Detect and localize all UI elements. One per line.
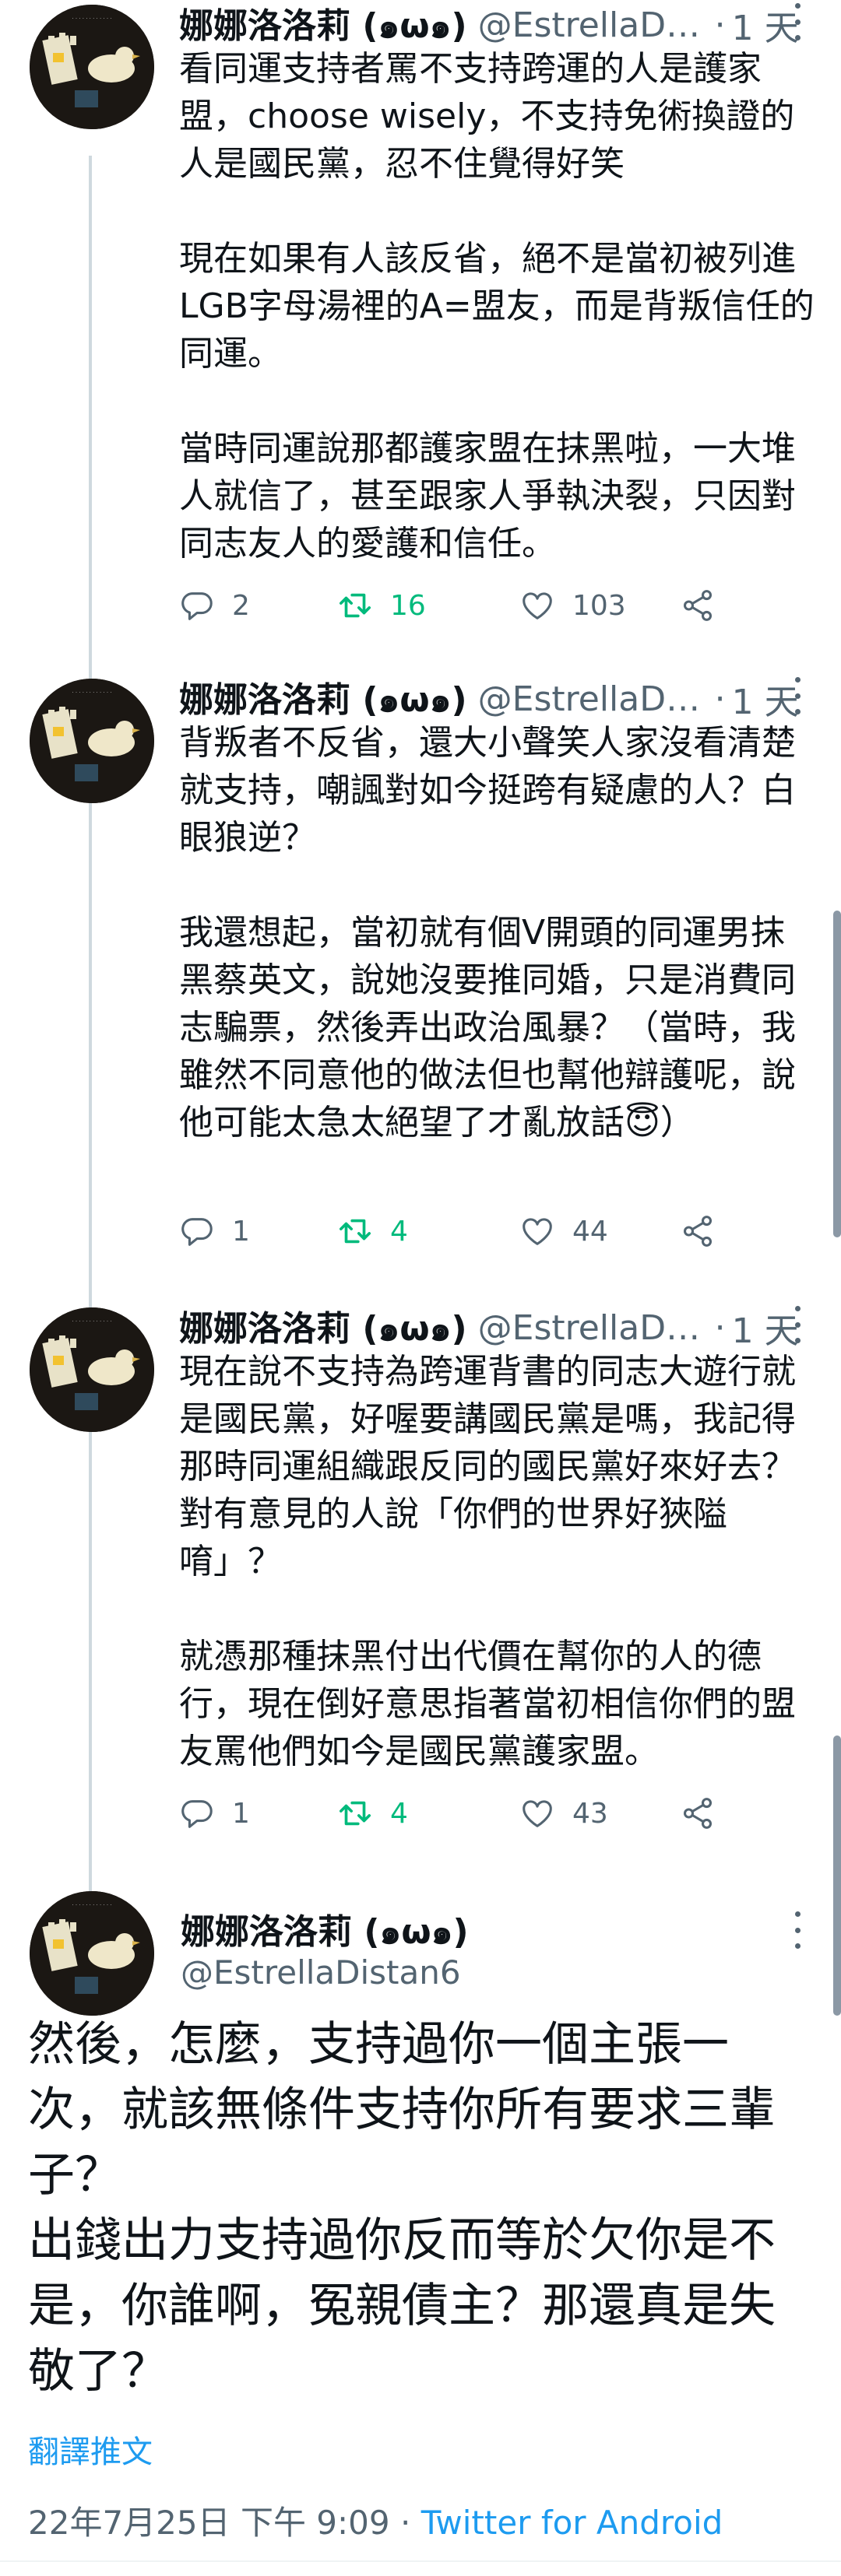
tweet-2[interactable]: · · · · · · · · · · · · 娜娜洛洛莉 (๑ω๑) @Est… [0, 674, 841, 1289]
author-handle[interactable]: @EstrellaDistan6 [478, 679, 704, 719]
retweet-count: 4 [390, 1215, 408, 1248]
like-button[interactable]: 103 [519, 588, 680, 623]
svg-text:· · · · · · · · · · · ·: · · · · · · · · · · · · [72, 1318, 111, 1325]
svg-text:· · · · · · · · · · · ·: · · · · · · · · · · · · [72, 1902, 111, 1908]
tweet-metadata: 22年7月25日 下午 9:09 · Twitter for Android [28, 2497, 723, 2544]
retweet-icon [339, 1219, 371, 1244]
tweet-text: 現在說不支持為跨運背書的同志大遊行就是國民黨，好喔要講國民黨是嗎，我記得那時同運… [179, 1348, 818, 1775]
tweet-time[interactable]: 1 天 [732, 1303, 799, 1353]
tweet-1[interactable]: · · · · · · · · · · · · 娜娜洛洛莉 (๑ω๑) @Est… [0, 0, 841, 654]
tweet-text: 看同運支持者罵不支持跨運的人是護家盟，choose wisely，不支持免術換證… [179, 45, 818, 567]
tweet-paragraph: 我還想起，當初就有個V開頭的同運男抹黑蔡英文，說她沒要推同婚，只是消費同志騙票，… [179, 913, 796, 1142]
reply-icon [181, 592, 213, 620]
share-icon [683, 1798, 713, 1829]
more-icon[interactable] [790, 1303, 805, 1343]
divider [0, 2560, 841, 2562]
share-icon [683, 590, 713, 621]
more-icon[interactable] [790, 0, 805, 40]
retweet-count: 4 [390, 1797, 408, 1830]
separator-dot: · [714, 1307, 726, 1348]
action-bar: 2 16 103 [179, 582, 716, 629]
tweet-header: 娜娜洛洛莉 (๑ω๑) @EstrellaDistan6 · 1 天 [179, 0, 802, 50]
like-count: 44 [572, 1215, 608, 1248]
reply-button[interactable]: 2 [179, 588, 337, 623]
share-icon [683, 1216, 713, 1247]
tweet-paragraph: 當時同運說那都護家盟在抹黑啦，一大堆人就信了，甚至跟家人爭執決裂，只因對同志友人… [179, 429, 796, 563]
retweet-button[interactable]: 4 [337, 1213, 519, 1249]
tweet-text: 背叛者不反省，還大小聲笑人家沒看清楚就支持，嘲諷對如今挺跨有疑慮的人？白眼狼逆？… [179, 719, 818, 1146]
reply-count: 1 [232, 1215, 250, 1248]
like-count: 103 [572, 589, 626, 622]
retweet-count: 16 [390, 589, 426, 622]
separator-dot: · [714, 5, 726, 45]
heart-icon [523, 1218, 552, 1245]
tweet-paragraph: 現在如果有人該反省，絕不是當初被列進LGB字母湯裡的A=盟友，而是背叛信任的同運… [179, 239, 815, 374]
avatar-image: · · · · · · · · · · · · [30, 1891, 154, 2016]
tweet-header: 娜娜洛洛莉 (๑ω๑) @EstrellaDistan6 · 1 天 [179, 674, 802, 724]
action-bar: 1 4 43 [179, 1790, 716, 1837]
reply-icon [181, 1218, 213, 1246]
author-name[interactable]: 娜娜洛洛莉 (๑ω๑) [179, 1300, 467, 1356]
main-author-name[interactable]: 娜娜洛洛莉 (๑ω๑) [181, 1904, 469, 1959]
retweet-button[interactable]: 16 [337, 588, 519, 623]
tweet-time[interactable]: 1 天 [732, 674, 799, 724]
like-button[interactable]: 43 [519, 1795, 680, 1831]
reply-button[interactable]: 1 [179, 1795, 337, 1831]
avatar-image: · · · · · · · · · · · · [30, 5, 154, 129]
tweet-3[interactable]: · · · · · · · · · · · · 娜娜洛洛莉 (๑ω๑) @Est… [0, 1303, 841, 1848]
like-button[interactable]: 44 [519, 1213, 680, 1249]
tweet-header: 娜娜洛洛莉 (๑ω๑) @EstrellaDistan6 · 1 天 [179, 1303, 802, 1353]
retweet-icon [339, 1801, 371, 1826]
separator-dot: · [714, 679, 726, 719]
reply-count: 2 [232, 589, 250, 622]
retweet-button[interactable]: 4 [337, 1795, 519, 1831]
reply-button[interactable]: 1 [179, 1213, 337, 1249]
more-icon[interactable] [790, 1908, 805, 1949]
separator-dot: · [389, 2504, 421, 2542]
svg-text:· · · · · · · · · · · ·: · · · · · · · · · · · · [72, 690, 111, 696]
reply-count: 1 [232, 1797, 250, 1830]
main-tweet-line: 出錢出力支持過你反而等於欠你是不是，你誰啊，冤親債主？那還真是失敬了？ [28, 2213, 776, 2399]
avatar[interactable]: · · · · · · · · · · · · [30, 679, 154, 803]
avatar-image: · · · · · · · · · · · · [30, 679, 154, 803]
main-avatar[interactable]: · · · · · · · · · · · · [30, 1891, 154, 2016]
author-handle[interactable]: @EstrellaDistan6 [478, 1308, 704, 1348]
heart-icon [523, 592, 552, 619]
share-button[interactable] [680, 1213, 716, 1249]
heart-icon [523, 1800, 552, 1827]
tweet-source-link[interactable]: Twitter for Android [421, 2504, 723, 2542]
like-count: 43 [572, 1797, 608, 1830]
main-tweet-line: 然後，怎麼，支持過你一個主張一次，就該無條件支持你所有要求三輩子？ [28, 2017, 776, 2202]
svg-text:· · · · · · · · · · · ·: · · · · · · · · · · · · [72, 16, 111, 22]
avatar-image: · · · · · · · · · · · · [30, 1307, 154, 1432]
tweet-paragraph: 現在說不支持為跨運背書的同志大遊行就是國民黨，好喔要講國民黨是嗎，我記得那時同運… [179, 1352, 796, 1581]
tweet-time[interactable]: 1 天 [732, 0, 799, 50]
share-button[interactable] [680, 1795, 716, 1831]
main-tweet-text: 然後，怎麼，支持過你一個主張一次，就該無條件支持你所有要求三輩子？ 出錢出力支持… [28, 2012, 815, 2404]
more-icon[interactable] [790, 674, 805, 714]
tweet-paragraph: 看同運支持者罵不支持跨運的人是護家盟，choose wisely，不支持免術換證… [179, 49, 795, 184]
tweet-paragraph: 就憑那種抹黑付出代價在幫你的人的德行，現在倒好意思指著當初相信你們的盟友罵他們如… [179, 1637, 796, 1771]
retweet-icon [339, 593, 371, 618]
translate-tweet-link[interactable]: 翻譯推文 [28, 2427, 153, 2472]
avatar[interactable]: · · · · · · · · · · · · [30, 5, 154, 129]
author-handle[interactable]: @EstrellaDistan6 [478, 5, 704, 45]
avatar[interactable]: · · · · · · · · · · · · [30, 1307, 154, 1432]
action-bar: 1 4 44 [179, 1208, 716, 1255]
share-button[interactable] [680, 588, 716, 623]
tweet-timestamp[interactable]: 22年7月25日 下午 9:09 [28, 2504, 390, 2542]
reply-icon [181, 1800, 213, 1828]
tweet-paragraph: 背叛者不反省，還大小聲笑人家沒看清楚就支持，嘲諷對如今挺跨有疑慮的人？白眼狼逆？ [179, 723, 796, 858]
author-name[interactable]: 娜娜洛洛莉 (๑ω๑) [179, 672, 467, 727]
main-author-handle[interactable]: @EstrellaDistan6 [181, 1953, 461, 1992]
